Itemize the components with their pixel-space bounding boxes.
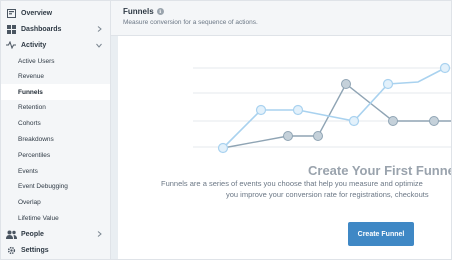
people-icon [5, 228, 17, 240]
settings-icon [5, 244, 17, 256]
sidebar-item-label: Percentiles [18, 151, 51, 159]
sidebar-item-events[interactable]: Events [1, 163, 110, 179]
sidebar-item-activity[interactable]: Activity [1, 37, 110, 53]
app-window: Overview Dashboards Activity Active User… [0, 0, 452, 260]
page-subtitle: Measure conversion for a sequence of act… [123, 19, 258, 26]
sidebar-item-label: Active Users [18, 57, 55, 65]
sidebar-item-label: Overlap [18, 198, 41, 206]
overview-icon [5, 7, 17, 19]
sidebar-item-overlap[interactable]: Overlap [1, 194, 110, 210]
sidebar-item-funnels[interactable]: Funnels [1, 84, 110, 100]
sidebar-item-label: Retention [18, 103, 46, 111]
sidebar-item-label: Cohorts [18, 119, 41, 127]
dashboards-icon [5, 23, 17, 35]
sidebar-item-active-users[interactable]: Active Users [1, 53, 110, 69]
page-title-text: Funnels [123, 7, 154, 16]
sidebar: Overview Dashboards Activity Active User… [1, 1, 111, 259]
empty-state-description: Funnels are a series of events you choos… [161, 179, 423, 188]
sidebar-item-settings[interactable]: Settings [1, 242, 110, 258]
info-icon[interactable]: i [156, 8, 164, 15]
sidebar-item-dashboards[interactable]: Dashboards [1, 21, 110, 37]
sidebar-item-event-debugging[interactable]: Event Debugging [1, 178, 110, 194]
chevron-down-icon[interactable] [95, 41, 103, 49]
sidebar-item-overview[interactable]: Overview [1, 5, 110, 21]
chevron-right-icon[interactable] [95, 25, 103, 33]
sidebar-item-label: People [21, 230, 44, 238]
sidebar-item-percentiles[interactable]: Percentiles [1, 147, 110, 163]
empty-state-title: Create Your First Funnel [308, 163, 452, 178]
page-header: Funnels i Measure conversion for a seque… [111, 1, 451, 36]
sidebar-item-label: Event Debugging [18, 182, 68, 190]
sidebar-item-label: Revenue [18, 72, 45, 80]
sidebar-item-label: Breakdowns [18, 135, 54, 143]
sidebar-item-label: Activity [21, 41, 47, 49]
activity-icon [5, 39, 17, 51]
sidebar-item-label: Events [18, 167, 38, 175]
sidebar-item-cohorts[interactable]: Cohorts [1, 115, 110, 131]
sidebar-item-label: Funnels [18, 88, 43, 96]
sidebar-item-lifetime-value[interactable]: Lifetime Value [1, 210, 110, 226]
main-content: Funnels i Measure conversion for a seque… [111, 1, 452, 259]
sidebar-item-label: Overview [21, 9, 53, 17]
chevron-right-icon[interactable] [95, 230, 103, 238]
sidebar-item-people[interactable]: People [1, 226, 110, 242]
sidebar-item-revenue[interactable]: Revenue [1, 68, 110, 84]
funnel-illustration [193, 62, 451, 154]
sidebar-item-label: Lifetime Value [18, 214, 59, 222]
page-title: Funnels i [123, 7, 164, 16]
empty-state-card: Create Your First Funnel Funnels are a s… [118, 36, 452, 259]
sidebar-item-label: Dashboards [21, 25, 62, 33]
sidebar-item-breakdowns[interactable]: Breakdowns [1, 131, 110, 147]
sidebar-item-label: Settings [21, 246, 49, 254]
sidebar-item-retention[interactable]: Retention [1, 99, 110, 115]
create-funnel-button[interactable]: Create Funnel [348, 222, 414, 246]
empty-state-description: you improve your conversion rate for reg… [226, 190, 429, 199]
